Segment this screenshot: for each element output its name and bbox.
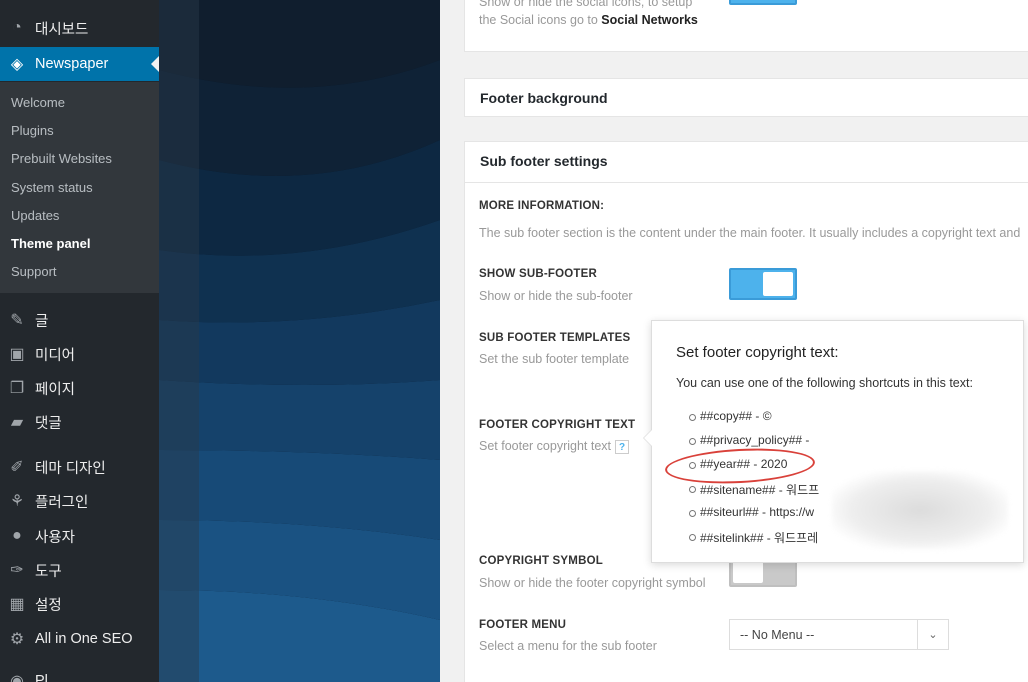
submenu-welcome[interactable]: Welcome	[11, 95, 65, 110]
sub-footer-templates-label: SUB FOOTER TEMPLATES	[479, 332, 631, 344]
menu-posts[interactable]: ✎ 글	[0, 303, 159, 337]
tooltip-description: You can use one of the following shortcu…	[676, 376, 973, 390]
menu-label: 글	[35, 313, 49, 330]
menu-pages[interactable]: ❐ 페이지	[0, 371, 159, 405]
wrench-icon: ✑	[10, 562, 24, 579]
footer-background-title: Footer background	[480, 90, 608, 106]
menu-label: 대시보드	[35, 21, 89, 38]
footer-menu-selected-value: -- No Menu --	[740, 628, 815, 642]
more-info-text: The sub footer section is the content un…	[479, 226, 1021, 240]
menu-partial[interactable]: ◉ Pl	[0, 664, 159, 682]
menu-users[interactable]: ● 사용자	[0, 519, 159, 553]
menu-label: 도구	[35, 563, 62, 580]
section-divider	[465, 182, 1028, 183]
toggle-knob	[763, 272, 793, 296]
menu-label: Pl	[35, 673, 48, 682]
social-desc-line2: the Social icons go to Social Networks	[479, 13, 698, 27]
menu-label: 댓글	[35, 415, 62, 432]
submenu-theme-panel[interactable]: Theme panel	[11, 236, 90, 251]
footer-background-section[interactable]: Footer background	[464, 78, 1028, 117]
user-icon: ●	[12, 527, 22, 544]
copyright-symbol-label: COPYRIGHT SYMBOL	[479, 555, 603, 567]
content-gutter	[440, 0, 464, 682]
tooltip-title: Set footer copyright text:	[676, 344, 839, 361]
menu-dashboard[interactable]: ◔ 대시보드	[0, 11, 159, 45]
copyright-symbol-desc: Show or hide the footer copyright symbol	[479, 576, 706, 590]
sub-footer-templates-desc: Set the sub footer template	[479, 352, 630, 366]
pin-icon: ✎	[10, 312, 24, 329]
more-info-label: MORE INFORMATION:	[479, 200, 605, 212]
redacted-blur-area	[832, 471, 1008, 549]
menu-appearance[interactable]: ✐ 테마 디자인	[0, 450, 159, 484]
pages-icon: ❐	[9, 380, 25, 397]
settings-sliders-icon: ▦	[9, 596, 25, 613]
menu-comments[interactable]: ▰ 댓글	[0, 405, 159, 439]
menu-tools[interactable]: ✑ 도구	[0, 553, 159, 587]
shortcut-copy: ##copy## - ©	[689, 409, 772, 423]
footer-menu-select[interactable]: -- No Menu -- ⌄	[729, 619, 949, 650]
submenu-updates[interactable]: Updates	[11, 208, 59, 223]
social-networks-link[interactable]: Social Networks	[601, 13, 698, 27]
menu-media[interactable]: ▣ 미디어	[0, 337, 159, 371]
shortcut-sitename: ##sitename## - 워드프	[688, 483, 820, 497]
menu-label: 설정	[35, 597, 62, 614]
admin-sidebar: ◔ 대시보드 ◈ Newspaper Welcome Plugins Prebu…	[0, 0, 159, 682]
footer-menu-label: FOOTER MENU	[479, 619, 567, 631]
show-sub-footer-toggle[interactable]	[729, 268, 797, 300]
media-icon: ▣	[9, 346, 25, 363]
seo-gear-icon: ⚙	[9, 631, 25, 648]
plugin-menu-icon: ◉	[10, 673, 24, 682]
shortcut-siteurl: ##siteurl## - https://w	[688, 505, 815, 519]
help-icon[interactable]: ?	[615, 440, 630, 454]
plugin-icon: ⚘	[9, 493, 25, 510]
menu-label: 미디어	[35, 347, 76, 364]
menu-label: 테마 디자인	[35, 460, 106, 477]
shortcut-sitelink: ##sitelink## - 워드프레	[688, 531, 819, 545]
menu-all-in-one-seo[interactable]: ⚙ All in One SEO	[0, 622, 159, 656]
social-desc-prefix: the Social icons go to	[479, 13, 602, 27]
show-sub-footer-label: SHOW SUB-FOOTER	[479, 268, 597, 280]
submenu-system-status[interactable]: System status	[11, 180, 93, 195]
dashboard-icon: ◔	[12, 19, 22, 36]
shortcut-privacy-policy: ##privacy_policy## -	[688, 433, 810, 447]
social-desc-line1: Show or hide the social icons, to setup	[479, 0, 693, 9]
menu-settings[interactable]: ▦ 설정	[0, 587, 159, 621]
theme-panel-background	[159, 0, 440, 682]
footer-copyright-desc: Set footer copyright text?	[479, 439, 630, 454]
menu-label: 사용자	[35, 529, 76, 546]
show-sub-footer-desc: Show or hide the sub-footer	[479, 289, 633, 303]
comment-icon: ▰	[10, 414, 24, 431]
menu-newspaper[interactable]: ◈ Newspaper	[0, 47, 159, 81]
footer-copyright-label: FOOTER COPYRIGHT TEXT	[479, 419, 636, 431]
footer-menu-desc: Select a menu for the sub footer	[479, 639, 657, 653]
sub-footer-title: Sub footer settings	[480, 153, 608, 169]
copyright-help-tooltip: Set footer copyright text: You can use o…	[643, 320, 1024, 563]
paintbrush-icon: ✐	[10, 459, 24, 476]
menu-label: Newspaper	[35, 56, 109, 72]
menu-label: 페이지	[35, 381, 76, 398]
newspaper-logo-icon: ◈	[10, 56, 24, 73]
wave-background-graphic	[159, 0, 440, 682]
submenu-plugins[interactable]: Plugins	[11, 123, 54, 138]
chevron-down-icon: ⌄	[917, 620, 948, 649]
social-icons-section: Show or hide the social icons, to setup …	[464, 0, 1028, 52]
newspaper-submenu: Welcome Plugins Prebuilt Websites System…	[0, 82, 159, 293]
menu-label: 플러그인	[35, 494, 89, 511]
footer-copyright-desc-text: Set footer copyright text	[479, 439, 612, 453]
menu-label: All in One SEO	[35, 631, 133, 647]
submenu-support[interactable]: Support	[11, 264, 57, 279]
submenu-prebuilt-websites[interactable]: Prebuilt Websites	[11, 151, 112, 166]
social-icons-toggle[interactable]	[729, 0, 797, 5]
menu-plugins[interactable]: ⚘ 플러그인	[0, 484, 159, 518]
